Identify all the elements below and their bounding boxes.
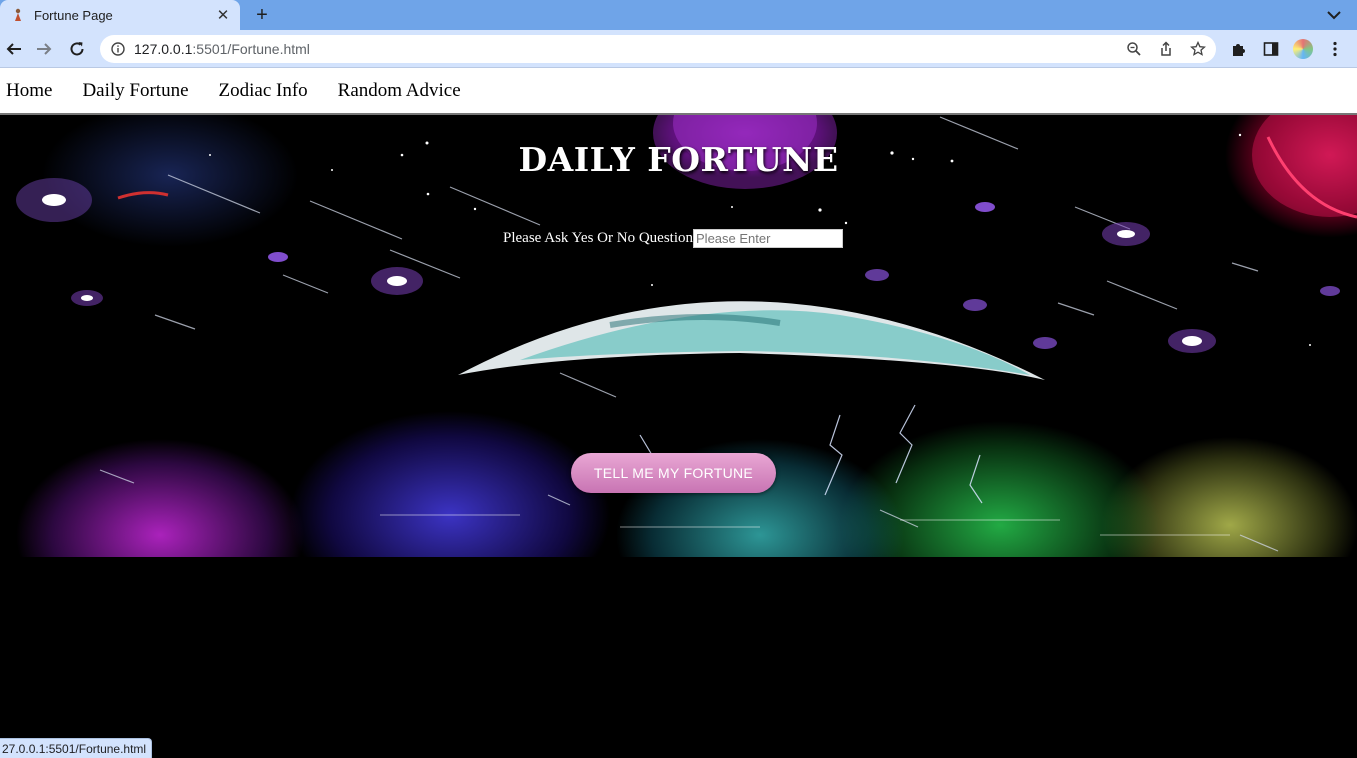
tell-fortune-button[interactable]: TELL ME MY FORTUNE [571, 453, 776, 493]
zoom-icon[interactable] [1120, 37, 1148, 61]
favicon-icon [10, 7, 26, 23]
nav-home-link[interactable]: Home [6, 80, 52, 102]
extensions-icon[interactable] [1227, 37, 1251, 61]
reload-icon[interactable] [65, 37, 89, 61]
status-bar: 27.0.0.1:5501/Fortune.html [0, 738, 153, 758]
hero-banner: DAILY FORTUNE Please Ask Yes Or No Quest… [0, 115, 1357, 557]
share-icon[interactable] [1152, 37, 1180, 61]
url-host: 127.0.0.1 [134, 41, 193, 57]
browser-tab-bar: Fortune Page ✕ + [0, 0, 1357, 30]
nav-daily-fortune-link[interactable]: Daily Fortune [82, 80, 188, 102]
browser-tab[interactable]: Fortune Page ✕ [0, 0, 240, 30]
nav-random-advice-link[interactable]: Random Advice [338, 80, 461, 102]
question-form: Please Ask Yes Or No Question [503, 228, 844, 248]
more-menu-icon[interactable] [1323, 37, 1347, 61]
tab-title: Fortune Page [34, 7, 113, 23]
close-tab-icon[interactable]: ✕ [212, 4, 234, 26]
back-icon[interactable] [2, 37, 26, 61]
new-tab-button[interactable]: + [250, 3, 274, 27]
page-title: DAILY FORTUNE [518, 140, 839, 179]
question-input[interactable] [693, 228, 844, 248]
tab-list-icon[interactable] [1323, 4, 1345, 26]
browser-toolbar: 127.0.0.1:5501/Fortune.html [0, 30, 1357, 68]
url-text: 127.0.0.1:5501/Fortune.html [134, 41, 1120, 57]
forward-icon[interactable] [32, 37, 56, 61]
nav-zodiac-info-link[interactable]: Zodiac Info [219, 80, 308, 102]
question-label: Please Ask Yes Or No Question [503, 229, 694, 246]
url-path: :5501/Fortune.html [192, 41, 310, 57]
side-panel-icon[interactable] [1259, 37, 1283, 61]
bookmark-star-icon[interactable] [1184, 37, 1212, 61]
address-bar[interactable]: 127.0.0.1:5501/Fortune.html [100, 35, 1216, 63]
profile-avatar[interactable] [1291, 37, 1315, 61]
site-info-icon[interactable] [110, 41, 126, 57]
site-nav: Home Daily Fortune Zodiac Info Random Ad… [0, 68, 1357, 115]
